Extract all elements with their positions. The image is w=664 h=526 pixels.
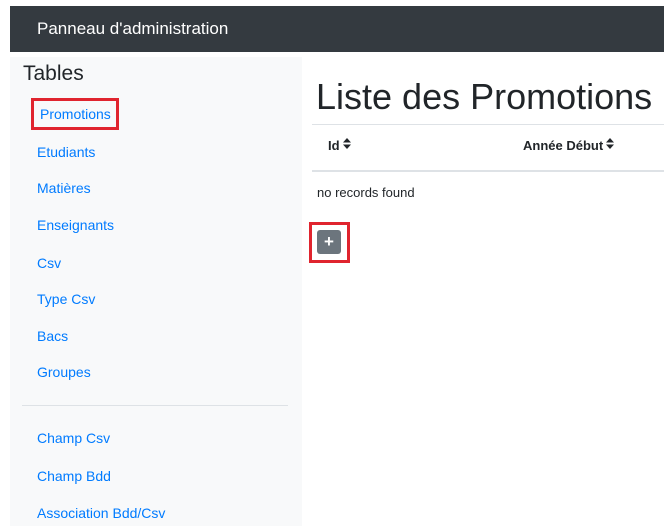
- page-title: Liste des Promotions: [316, 76, 653, 117]
- sidebar-item-champ-bdd[interactable]: Champ Bdd: [37, 467, 111, 485]
- column-header-id[interactable]: Id: [328, 138, 351, 155]
- sidebar: Tables Promotions Etudiants Matières Ens…: [10, 57, 302, 526]
- sidebar-item-association-bdd-csv[interactable]: Association Bdd/Csv: [37, 504, 165, 522]
- column-header-id-label: Id: [328, 138, 340, 153]
- sidebar-item-enseignants[interactable]: Enseignants: [37, 216, 114, 234]
- sort-icon: [606, 138, 615, 155]
- sidebar-item-csv[interactable]: Csv: [37, 254, 61, 272]
- table-header: Id Année Début: [312, 124, 664, 172]
- empty-message: no records found: [317, 185, 415, 200]
- sidebar-item-promotions[interactable]: Promotions: [31, 98, 119, 130]
- table-empty-row: no records found: [312, 172, 664, 212]
- sidebar-item-bacs[interactable]: Bacs: [37, 327, 68, 345]
- sidebar-item-type-csv[interactable]: Type Csv: [37, 290, 95, 308]
- navbar-brand[interactable]: Panneau d'administration: [37, 18, 228, 40]
- sidebar-item-matieres[interactable]: Matières: [37, 179, 91, 197]
- sidebar-divider: [22, 405, 288, 406]
- sidebar-item-champ-csv[interactable]: Champ Csv: [37, 429, 110, 447]
- column-header-annee-debut-label: Année Début: [523, 138, 604, 153]
- top-navbar: Panneau d'administration: [10, 6, 664, 52]
- sidebar-item-groupes[interactable]: Groupes: [37, 363, 91, 381]
- add-button-highlight: +: [309, 222, 350, 263]
- add-button[interactable]: +: [317, 230, 341, 254]
- sidebar-heading: Tables: [23, 62, 84, 85]
- admin-page: Panneau d'administration Tables Promotio…: [0, 0, 664, 526]
- column-header-annee-debut[interactable]: Année Début: [523, 138, 615, 155]
- sidebar-item-etudiants[interactable]: Etudiants: [37, 143, 95, 161]
- sort-icon: [342, 138, 351, 155]
